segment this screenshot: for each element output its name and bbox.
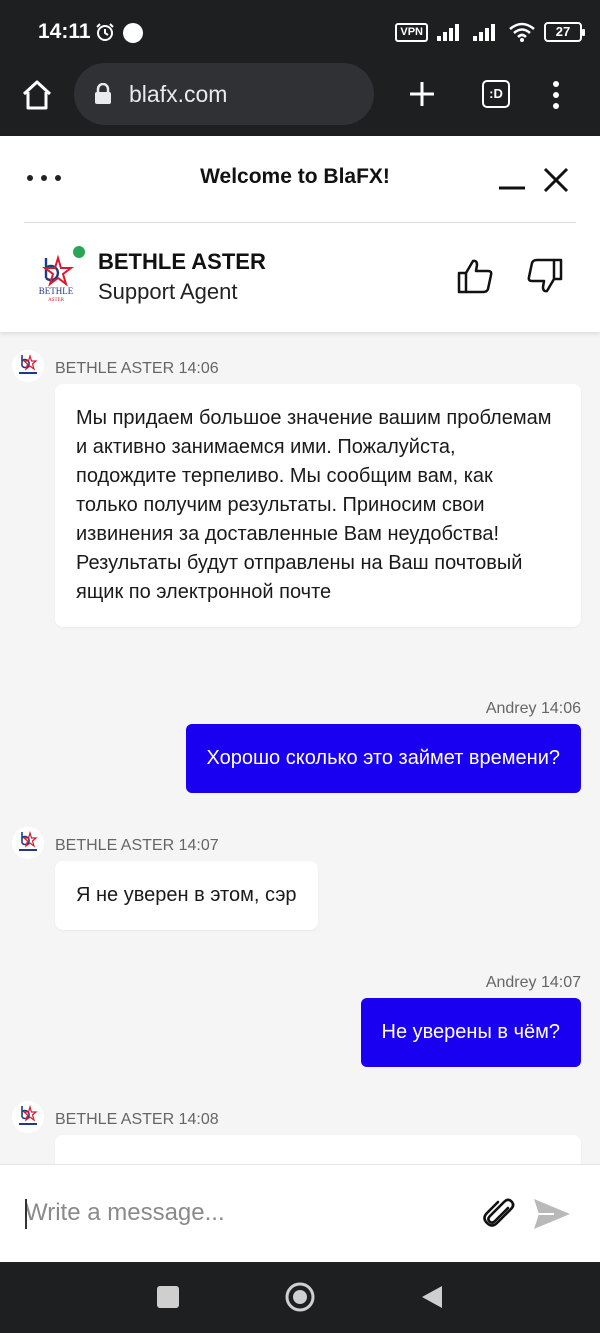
text-cursor [25,1199,27,1229]
header-divider [24,222,576,223]
more-vert-icon[interactable] [546,80,566,110]
battery-icon: 27 [544,22,585,42]
status-icons: VPN 27 [395,20,585,44]
status-time: 14:11 [38,20,91,43]
signal-icon [437,24,459,41]
vpn-badge: VPN [395,22,428,42]
address-bar[interactable]: blafx.com [74,63,374,125]
notification-dot-icon [123,23,143,43]
home-circle-icon[interactable] [284,1281,316,1313]
message-meta: BETHLE ASTER 14:08 [55,1111,219,1128]
tab-switcher-button[interactable]: :D [482,80,510,108]
agent-role: Support Agent [98,279,238,304]
message-meta: BETHLE ASTER 14:06 [55,360,219,377]
browser-toolbar: blafx.com :D [0,62,600,136]
agent-message-bubble: Мы придаем большое значение вашим пробле… [55,384,581,627]
user-message-bubble: Хорошо сколько это займет времени? [185,724,581,793]
signal-icon-2 [473,24,495,41]
agent-message-avatar [12,827,44,859]
close-icon[interactable] [540,164,572,196]
message-meta: Andrey 14:07 [485,974,581,991]
agent-message-avatar [12,350,44,382]
paperclip-icon[interactable] [482,1196,518,1232]
status-bar: 14:11 VPN 27 [0,0,600,62]
thumbs-down-icon[interactable] [525,256,565,296]
system-nav-bar [0,1262,600,1333]
wifi-icon [509,22,535,42]
new-tab-icon[interactable] [408,80,436,108]
message-list[interactable]: BETHLE ASTER 14:06 Мы придаем большое зн… [0,332,600,1164]
message-input[interactable] [25,1195,465,1231]
message-meta: BETHLE ASTER 14:07 [55,837,219,854]
agent-name: BETHLE ASTER [98,249,266,274]
message-meta: Andrey 14:06 [485,700,581,717]
chat-header: Welcome to BlaFX! BETHLE ASTER BETHLE AS… [0,136,600,332]
back-icon[interactable] [420,1284,444,1310]
user-message-bubble: Не уверены в чём? [360,998,581,1067]
phone-screen: 14:11 VPN 27 blafx.com:D Welcome to Bla… [0,0,600,1333]
minimize-icon[interactable] [496,172,528,192]
thumbs-up-icon[interactable] [455,256,495,296]
home-icon[interactable] [20,78,54,112]
agent-logo-text: BETHLE [39,286,74,296]
agent-logo-subtext: ASTER [48,298,65,303]
alarm-icon [96,23,114,41]
agent-message-bubble: Я не уверен в этом, сэр [55,861,318,930]
online-status-indicator [73,246,85,258]
message-composer [0,1164,600,1262]
agent-message-avatar [12,1101,44,1133]
url-text: blafx.com [129,81,228,107]
send-icon[interactable] [532,1196,572,1232]
recents-icon[interactable] [157,1286,179,1308]
agent-message-bubble [55,1135,581,1164]
lock-icon [95,83,111,104]
